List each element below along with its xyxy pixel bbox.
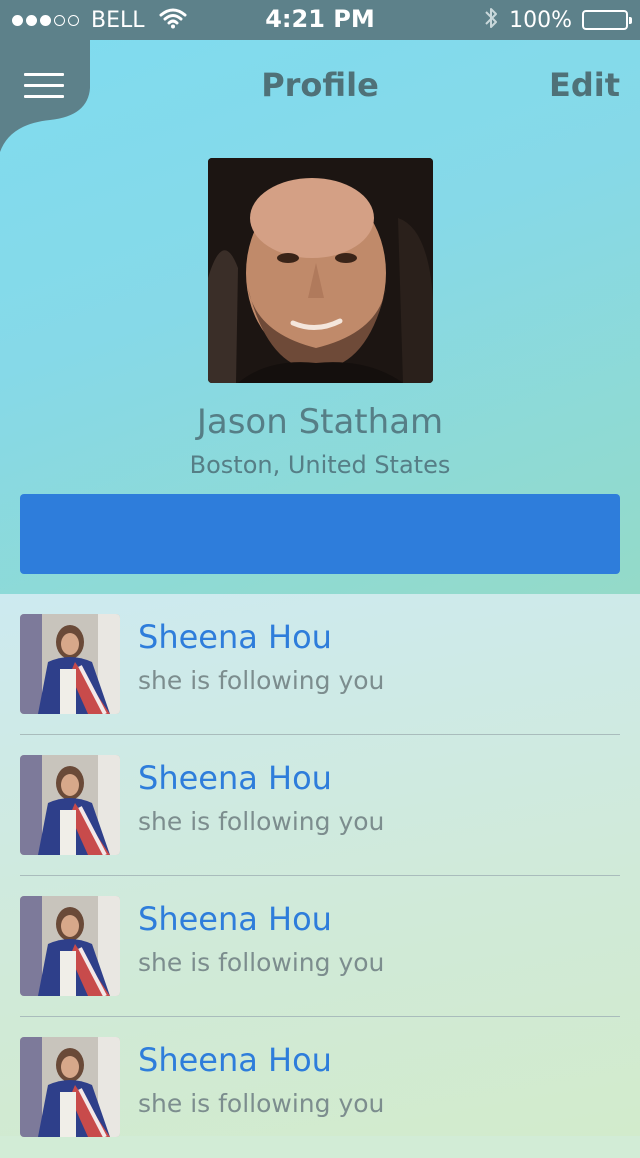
list-item[interactable]: Sheena Hou she is following you: [20, 735, 620, 876]
battery-icon: [582, 10, 632, 30]
profile-action-button[interactable]: [20, 494, 620, 574]
follower-name: Sheena Hou: [138, 759, 332, 797]
follower-name: Sheena Hou: [138, 1041, 332, 1079]
list-item[interactable]: Sheena Hou she is following you: [20, 1017, 620, 1158]
profile-location: Boston, United States: [189, 451, 451, 479]
follower-status: she is following you: [138, 666, 385, 695]
status-bar-right: 100%: [483, 5, 632, 35]
bluetooth-icon: [483, 5, 499, 35]
follower-status: she is following you: [138, 1089, 385, 1118]
edit-button[interactable]: Edit: [549, 66, 620, 104]
follower-name: Sheena Hou: [138, 618, 332, 656]
follower-status: she is following you: [138, 948, 385, 977]
follower-status: she is following you: [138, 807, 385, 836]
profile-avatar: [208, 158, 433, 383]
follower-avatar: [20, 896, 120, 996]
follower-name: Sheena Hou: [138, 900, 332, 938]
follower-avatar: [20, 755, 120, 855]
follower-avatar: [20, 614, 120, 714]
list-item[interactable]: Sheena Hou she is following you: [20, 876, 620, 1017]
follower-avatar: [20, 1037, 120, 1137]
list-item[interactable]: Sheena Hou she is following you: [20, 594, 620, 735]
profile-name: Jason Statham: [196, 402, 444, 442]
page-title: Profile: [261, 66, 379, 104]
battery-percentage: 100%: [509, 7, 572, 33]
status-bar: BELL 4:21 PM 100%: [0, 0, 640, 40]
